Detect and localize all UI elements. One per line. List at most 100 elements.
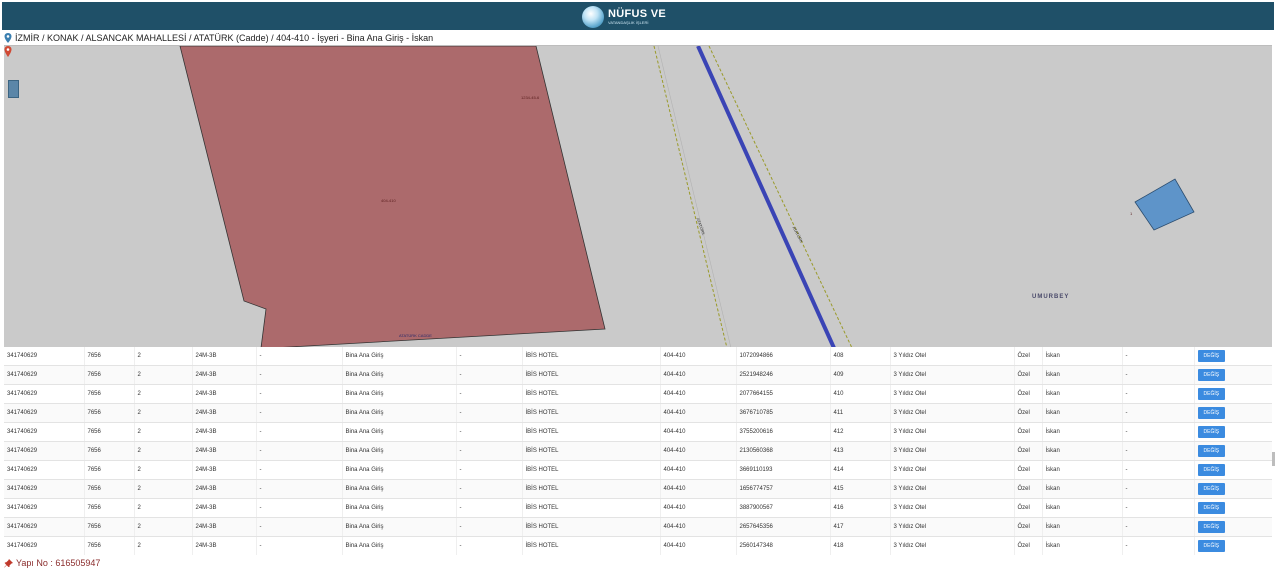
table-cell-c3: 2: [134, 347, 193, 366]
table-action-cell: DEĞİŞ: [1194, 517, 1272, 537]
table-cell-c13: Özel: [1014, 403, 1043, 423]
parcel-polygon[interactable]: [179, 46, 606, 348]
table-action-cell: DEĞİŞ: [1194, 403, 1272, 423]
table-cell-c7: -: [456, 460, 523, 480]
table-cell-c11: 410: [830, 384, 891, 404]
change-button[interactable]: DEĞİŞ: [1197, 445, 1226, 457]
table-cell-c13: Özel: [1014, 441, 1043, 461]
table-cell-c9: 404-410: [660, 460, 737, 480]
table-cell-c15: -: [1122, 384, 1195, 404]
table-cell-c10: 2657645356: [736, 517, 831, 537]
table-cell-c14: İskan: [1042, 422, 1123, 442]
table-cell-c13: Özel: [1014, 460, 1043, 480]
table-cell-c1: 341740629: [4, 384, 85, 404]
change-button[interactable]: DEĞİŞ: [1197, 540, 1226, 552]
table-cell-c13: Özel: [1014, 422, 1043, 442]
table-cell-c8: İBİS HOTEL: [522, 498, 661, 518]
table-cell-c10: 3676710785: [736, 403, 831, 423]
table-cell-c1: 341740629: [4, 517, 85, 537]
table-cell-c14: İskan: [1042, 441, 1123, 461]
table-cell-c15: -: [1122, 403, 1195, 423]
table-cell-c14: İskan: [1042, 403, 1123, 423]
table-row[interactable]: 341740629 7656 2 24M-3B - Bina Ana Giriş - İBİS…: [4, 422, 1272, 442]
table-cell-c14: İskan: [1042, 498, 1123, 518]
table-cell-c5: -: [256, 403, 343, 423]
location-marker-icon[interactable]: [4, 46, 12, 57]
change-button[interactable]: DEĞİŞ: [1197, 521, 1226, 533]
table-row[interactable]: 341740629 7656 2 24M-3B - Bina Ana Giriş - İBİS…: [4, 460, 1272, 480]
table-cell-c9: 404-410: [660, 422, 737, 442]
address-table: 341740629 7656 2 24M-3B - Bina Ana Giriş - İBİS…: [4, 347, 1272, 555]
table-cell-c8: İBİS HOTEL: [522, 536, 661, 555]
table-row[interactable]: 341740629 7656 2 24M-3B - Bina Ana Giriş - İBİS…: [4, 536, 1272, 555]
table-cell-c9: 404-410: [660, 347, 737, 366]
table-row[interactable]: 341740629 7656 2 24M-3B - Bina Ana Giriş - İBİS…: [4, 384, 1272, 404]
map-zoom-control[interactable]: [8, 80, 19, 98]
table-cell-c12: 3 Yıldız Otel: [890, 460, 1015, 480]
table-cell-c15: -: [1122, 441, 1195, 461]
change-button[interactable]: DEĞİŞ: [1197, 483, 1226, 495]
app-logo[interactable]: NÜFUS VE VATANDAŞLIK İŞLERİ: [582, 5, 666, 29]
map-canvas: [179, 46, 1195, 348]
map-view[interactable]: 1234-45-6 404-410 ATATÜRK CADDE ATATÜRK …: [4, 45, 1272, 348]
table-cell-c8: İBİS HOTEL: [522, 517, 661, 537]
table-cell-c14: İskan: [1042, 536, 1123, 555]
table-row[interactable]: 341740629 7656 2 24M-3B - Bina Ana Giriş - İBİS…: [4, 347, 1272, 366]
table-cell-c3: 2: [134, 441, 193, 461]
table-cell-c11: 412: [830, 422, 891, 442]
change-button[interactable]: DEĞİŞ: [1197, 388, 1226, 400]
table-cell-c7: -: [456, 498, 523, 518]
table-cell-c2: 7656: [84, 536, 135, 555]
table-cell-c10: 2521948246: [736, 365, 831, 385]
table-cell-c7: -: [456, 441, 523, 461]
app-header: NÜFUS VE VATANDAŞLIK İŞLERİ: [2, 2, 1274, 30]
change-button[interactable]: DEĞİŞ: [1197, 426, 1226, 438]
table-row[interactable]: 341740629 7656 2 24M-3B - Bina Ana Giriş - İBİS…: [4, 498, 1272, 518]
table-cell-c12: 3 Yıldız Otel: [890, 347, 1015, 366]
table-row[interactable]: 341740629 7656 2 24M-3B - Bina Ana Giriş - İBİS…: [4, 403, 1272, 423]
pushpin-icon: [4, 558, 13, 567]
table-action-cell: DEĞİŞ: [1194, 365, 1272, 385]
building-label: 1: [1130, 211, 1133, 216]
table-cell-c15: -: [1122, 347, 1195, 366]
change-button[interactable]: DEĞİŞ: [1197, 350, 1226, 362]
table-cell-c7: -: [456, 536, 523, 555]
scrollbar-thumb[interactable]: [1272, 452, 1275, 466]
table-row[interactable]: 341740629 7656 2 24M-3B - Bina Ana Giriş - İBİS…: [4, 365, 1272, 385]
building-number: Yapı No : 616505947: [4, 558, 100, 568]
table-row[interactable]: 341740629 7656 2 24M-3B - Bina Ana Giriş - İBİS…: [4, 479, 1272, 499]
table-cell-c10: 2560147348: [736, 536, 831, 555]
table-cell-c15: -: [1122, 479, 1195, 499]
table-cell-c6: Bina Ana Giriş: [342, 517, 457, 537]
table-cell-c12: 3 Yıldız Otel: [890, 365, 1015, 385]
table-cell-c2: 7656: [84, 498, 135, 518]
change-button[interactable]: DEĞİŞ: [1197, 369, 1226, 381]
table-cell-c1: 341740629: [4, 441, 85, 461]
table-cell-c14: İskan: [1042, 479, 1123, 499]
table-cell-c6: Bina Ana Giriş: [342, 384, 457, 404]
table-row[interactable]: 341740629 7656 2 24M-3B - Bina Ana Giriş - İBİS…: [4, 441, 1272, 461]
table-cell-c13: Özel: [1014, 365, 1043, 385]
table-body: 341740629 7656 2 24M-3B - Bina Ana Giriş - İBİS…: [4, 347, 1272, 555]
table-cell-c7: -: [456, 365, 523, 385]
table-cell-c10: 3669110193: [736, 460, 831, 480]
road-line-left: [653, 46, 728, 348]
table-cell-c14: İskan: [1042, 517, 1123, 537]
table-cell-c3: 2: [134, 365, 193, 385]
table-cell-c15: -: [1122, 517, 1195, 537]
table-cell-c2: 7656: [84, 422, 135, 442]
table-cell-c1: 341740629: [4, 365, 85, 385]
table-row[interactable]: 341740629 7656 2 24M-3B - Bina Ana Giriş - İBİS…: [4, 517, 1272, 537]
table-cell-c2: 7656: [84, 347, 135, 366]
table-cell-c4: 24M-3B: [192, 517, 257, 537]
change-button[interactable]: DEĞİŞ: [1197, 407, 1226, 419]
table-cell-c5: -: [256, 460, 343, 480]
change-button[interactable]: DEĞİŞ: [1197, 464, 1226, 476]
table-cell-c14: İskan: [1042, 365, 1123, 385]
change-button[interactable]: DEĞİŞ: [1197, 502, 1226, 514]
map-pin-icon: [4, 33, 12, 43]
table-cell-c5: -: [256, 441, 343, 461]
table-cell-c10: 3755200616: [736, 422, 831, 442]
small-building[interactable]: [1134, 178, 1195, 231]
table-cell-c15: -: [1122, 365, 1195, 385]
